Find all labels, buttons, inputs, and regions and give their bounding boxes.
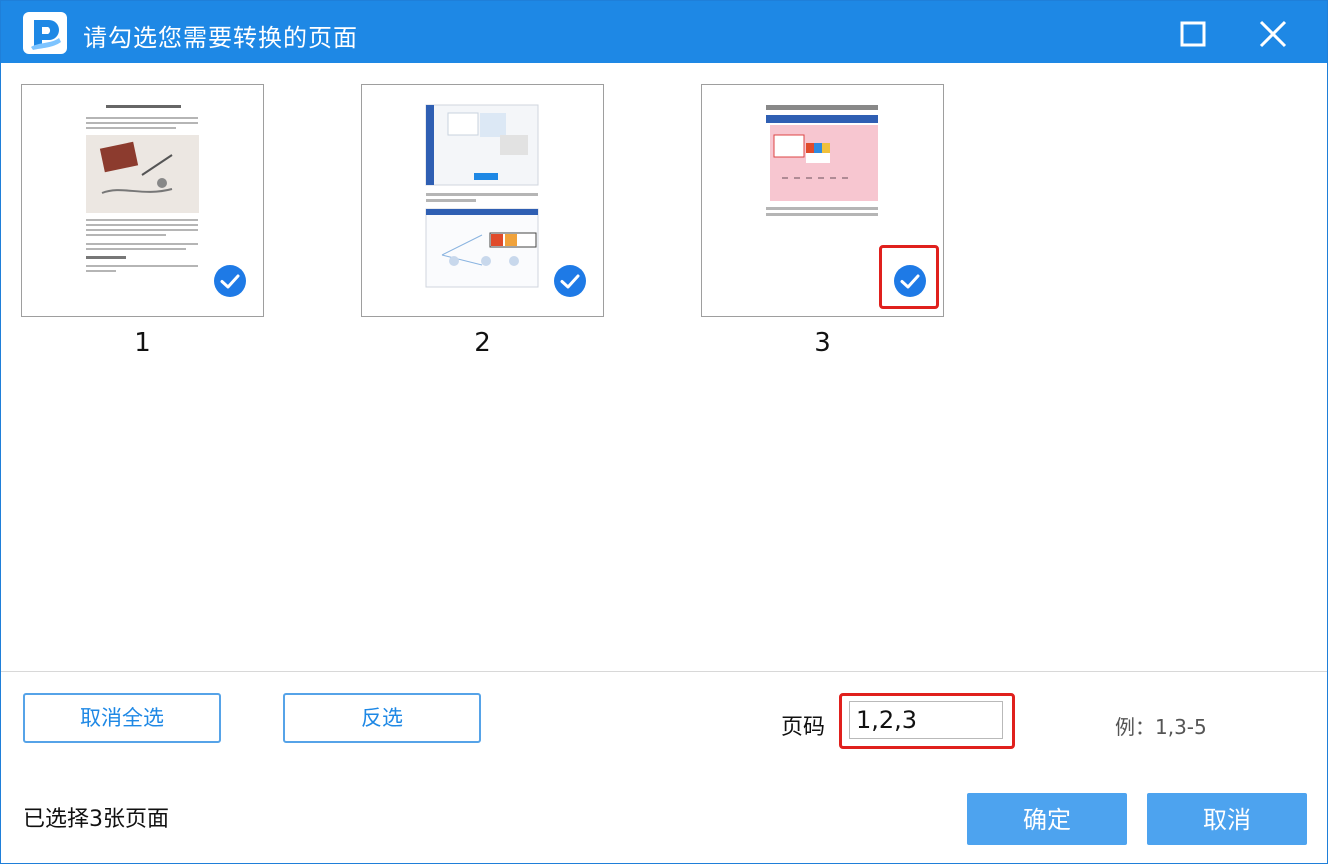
deselect-all-button[interactable]: 取消全选 bbox=[23, 693, 221, 743]
page-range-label: 页码 bbox=[781, 715, 826, 740]
page-number-1: 1 bbox=[134, 328, 151, 358]
page-number-3: 3 bbox=[814, 328, 831, 358]
title-bar[interactable]: 请勾选您需要转换的页面 bbox=[1, 1, 1327, 63]
maximize-icon bbox=[1180, 21, 1206, 47]
app-logo-icon bbox=[23, 12, 67, 54]
close-button[interactable] bbox=[1251, 11, 1295, 55]
invert-selection-button[interactable]: 反选 bbox=[283, 693, 481, 743]
ok-button[interactable]: 确定 bbox=[967, 793, 1127, 845]
page-range-highlight bbox=[839, 693, 1015, 749]
selection-status: 已选择3张页面 bbox=[23, 807, 169, 832]
window-title: 请勾选您需要转换的页面 bbox=[83, 24, 358, 52]
page-select-dialog: 请勾选您需要转换的页面 1 2 3 取消全选 反选 页码 1,2,3 例：1,3… bbox=[0, 0, 1328, 864]
page-thumbnail-grid: 1 2 3 bbox=[1, 63, 1327, 671]
page-2-checked-icon[interactable] bbox=[553, 264, 587, 298]
close-icon bbox=[1259, 20, 1287, 48]
page-1-checked-icon[interactable] bbox=[213, 264, 247, 298]
page-thumbnail-1[interactable]: 1 bbox=[21, 84, 264, 358]
cancel-button[interactable]: 取消 bbox=[1147, 793, 1307, 845]
page-number-2: 2 bbox=[474, 328, 491, 358]
page-thumbnail-3[interactable]: 3 bbox=[701, 84, 944, 358]
page-range-input[interactable] bbox=[849, 701, 1003, 739]
page-range-example: 例：1,3-5 bbox=[1115, 715, 1207, 739]
page-3-check-highlight bbox=[879, 245, 939, 309]
page-thumbnail-2[interactable]: 2 bbox=[361, 84, 604, 358]
footer-divider bbox=[1, 671, 1327, 672]
maximize-button[interactable] bbox=[1171, 11, 1215, 55]
